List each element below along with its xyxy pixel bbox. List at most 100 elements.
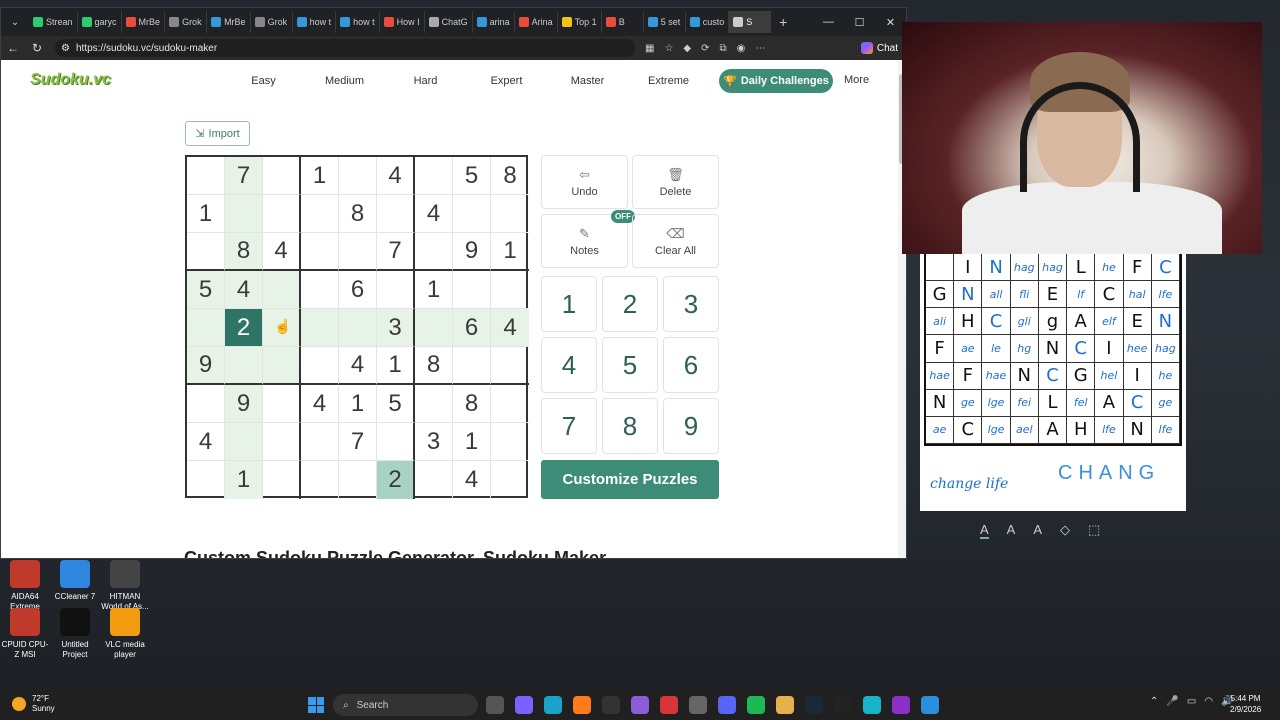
maximize-icon[interactable]: ☐	[844, 16, 875, 29]
itunes-icon[interactable]	[689, 696, 707, 714]
sudoku-cell[interactable]: 4	[377, 157, 415, 195]
browser-tab[interactable]: MrBe	[122, 11, 166, 33]
sudoku-cell[interactable]: 6	[453, 309, 491, 347]
sudoku-cell[interactable]	[415, 233, 453, 271]
highlighter-icon[interactable]: A	[1033, 522, 1042, 539]
refresh-ext-icon[interactable]: ⟳	[701, 43, 709, 54]
app-icon[interactable]	[834, 696, 852, 714]
lasso-icon[interactable]: ⬚	[1088, 522, 1100, 539]
pen-blue-icon[interactable]: A	[980, 522, 989, 539]
browser-tab[interactable]: B	[602, 11, 644, 33]
fx-icon[interactable]	[892, 696, 910, 714]
sudoku-cell[interactable]	[453, 347, 491, 385]
back-icon[interactable]: ←	[1, 41, 25, 55]
number-button-7[interactable]: 7	[541, 398, 597, 454]
number-button-9[interactable]: 9	[663, 398, 719, 454]
sudoku-cell[interactable]	[301, 347, 339, 385]
sudoku-cell[interactable]	[491, 461, 529, 499]
sudoku-cell[interactable]	[339, 157, 377, 195]
sudoku-cell[interactable]	[301, 423, 339, 461]
desktop-icon[interactable]: AIDA64 Extreme	[0, 560, 50, 612]
obs-icon[interactable]	[602, 696, 620, 714]
address-bar[interactable]: ⚙ https://sudoku.vc/sudoku-maker	[55, 39, 635, 57]
sudoku-cell[interactable]	[263, 271, 301, 309]
browser-tab[interactable]: how t	[293, 11, 337, 33]
sudoku-cell[interactable]: 2	[377, 461, 415, 499]
customize-puzzles-button[interactable]: Customize Puzzles	[541, 460, 719, 499]
minimize-icon[interactable]: —	[813, 16, 844, 29]
sudoku-cell[interactable]	[377, 423, 415, 461]
sudoku-cell[interactable]	[415, 157, 453, 195]
sudoku-cell[interactable]	[225, 347, 263, 385]
browser-tab[interactable]: Grok	[251, 11, 293, 33]
sudoku-cell[interactable]	[453, 195, 491, 233]
tray-expand-icon[interactable]: ⌃	[1150, 696, 1158, 707]
clear-all-button[interactable]: ⌫ Clear All	[632, 214, 719, 268]
desktop-icon[interactable]: CPUID CPU-Z MSI	[0, 608, 50, 660]
refresh-icon[interactable]: ↻	[25, 41, 49, 55]
browser-tab[interactable]: Top 1	[558, 11, 602, 33]
sudoku-cell[interactable]	[377, 271, 415, 309]
weather-widget[interactable]: 72°F Sunny	[12, 694, 55, 714]
sudoku-cell[interactable]: 4	[453, 461, 491, 499]
number-button-4[interactable]: 4	[541, 337, 597, 393]
site-info-icon[interactable]: ⚙	[61, 43, 70, 54]
sudoku-cell[interactable]: 3	[415, 423, 453, 461]
sudoku-cell[interactable]: 5	[187, 271, 225, 309]
number-button-6[interactable]: 6	[663, 337, 719, 393]
reader-icon[interactable]: ▦	[645, 43, 654, 54]
sudoku-cell[interactable]	[187, 385, 225, 423]
nav-extreme[interactable]: Extreme	[628, 75, 709, 87]
sudoku-cell[interactable]: 1	[225, 461, 263, 499]
tab-menu-icon[interactable]: ⌄	[1, 17, 29, 28]
sudoku-cell[interactable]	[491, 385, 529, 423]
app3-icon[interactable]	[921, 696, 939, 714]
sudoku-cell[interactable]: 1	[301, 157, 339, 195]
sudoku-cell[interactable]: 8	[415, 347, 453, 385]
sudoku-cell[interactable]	[263, 195, 301, 233]
sudoku-cell[interactable]	[339, 309, 377, 347]
sudoku-cell[interactable]: 5	[377, 385, 415, 423]
twitch-app-icon[interactable]	[631, 696, 649, 714]
sudoku-cell[interactable]	[263, 461, 301, 499]
task-view-icon[interactable]	[486, 696, 504, 714]
sudoku-cell[interactable]	[301, 309, 339, 347]
browser-tab[interactable]: S	[729, 11, 772, 33]
undo-button[interactable]: ⇦ Undo	[541, 155, 628, 209]
sudoku-cell[interactable]: 7	[339, 423, 377, 461]
sudoku-cell[interactable]	[263, 157, 301, 195]
sudoku-cell[interactable]: 1	[377, 347, 415, 385]
taskbar-search[interactable]: ⌕ Search	[333, 694, 478, 716]
number-button-2[interactable]: 2	[602, 276, 658, 332]
nav-expert[interactable]: Expert	[466, 75, 547, 87]
sudoku-cell[interactable]	[491, 423, 529, 461]
desktop-icon[interactable]: Untitled Project	[50, 608, 100, 660]
desktop-icon[interactable]: CCleaner 7	[50, 560, 100, 612]
steam-icon[interactable]	[805, 696, 823, 714]
sudoku-cell[interactable]	[453, 271, 491, 309]
number-button-1[interactable]: 1	[541, 276, 597, 332]
desktop-icon[interactable]: HITMAN World of As...	[100, 560, 150, 612]
sudoku-cell[interactable]	[415, 385, 453, 423]
number-button-3[interactable]: 3	[663, 276, 719, 332]
sudoku-cell[interactable]: 5	[453, 157, 491, 195]
sudoku-cell[interactable]	[301, 461, 339, 499]
sudoku-cell[interactable]: 7	[225, 157, 263, 195]
menu-icon[interactable]: ⋯	[755, 43, 765, 54]
sudoku-cell[interactable]: 4	[301, 385, 339, 423]
sudoku-cell[interactable]	[225, 195, 263, 233]
browser-tab[interactable]: how t	[336, 11, 380, 33]
delete-button[interactable]: 🗑 Delete	[632, 155, 719, 209]
sudoku-cell[interactable]	[187, 157, 225, 195]
sudoku-cell[interactable]	[301, 233, 339, 271]
red-app-icon[interactable]	[660, 696, 678, 714]
sudoku-cell[interactable]	[491, 347, 529, 385]
sudoku-cell[interactable]: 4	[187, 423, 225, 461]
sudoku-cell[interactable]	[339, 233, 377, 271]
clock[interactable]: 5:44 PM 2/9/2026	[1230, 693, 1261, 715]
sudoku-cell[interactable]: 8	[339, 195, 377, 233]
pen-black-icon[interactable]: A	[1007, 522, 1016, 539]
sudoku-cell[interactable]: 4	[415, 195, 453, 233]
nav-easy[interactable]: Easy	[223, 75, 304, 87]
more-menu[interactable]: More	[844, 74, 869, 86]
